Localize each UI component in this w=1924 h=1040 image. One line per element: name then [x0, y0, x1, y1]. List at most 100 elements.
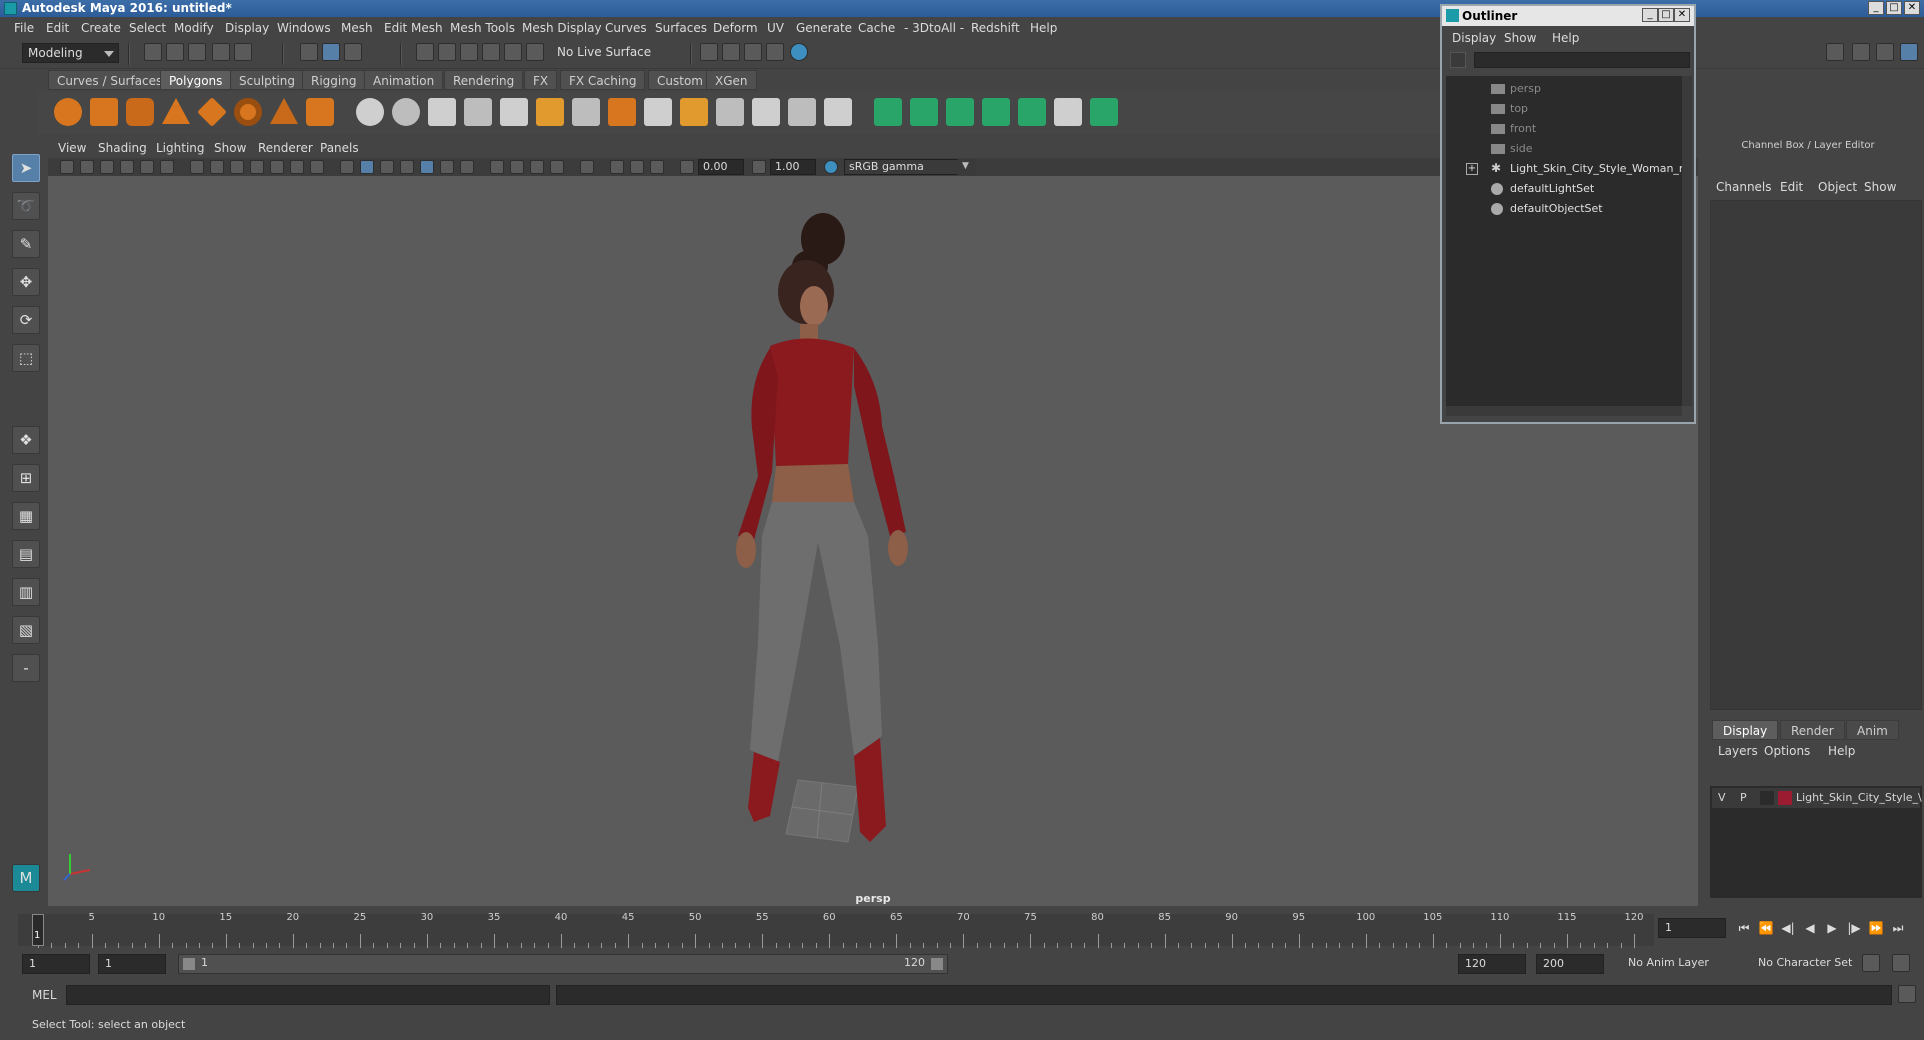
smooth-shade-icon[interactable] [360, 160, 374, 174]
layers-menu[interactable]: Layers [1718, 744, 1758, 758]
wireframe-icon[interactable] [340, 160, 354, 174]
camera-attributes-icon[interactable] [80, 160, 94, 174]
select-object-icon[interactable] [322, 43, 340, 61]
minimize-button[interactable]: _ [1868, 1, 1884, 15]
play-forwards-icon[interactable]: ▶ [1824, 920, 1840, 936]
automatic-map-icon[interactable] [982, 98, 1010, 126]
select-camera-icon[interactable] [60, 160, 74, 174]
object-menu[interactable]: Object [1818, 180, 1857, 194]
shelf-tab-fx-caching[interactable]: FX Caching [560, 70, 646, 90]
layer-tab-render[interactable]: Render [1780, 720, 1845, 740]
maximize-button[interactable]: □ [1886, 1, 1902, 15]
playback-start-field[interactable]: 1 [98, 954, 166, 974]
attribute-editor-icon[interactable] [1826, 43, 1844, 61]
animation-end-field[interactable]: 200 [1536, 954, 1604, 974]
outliner-close-button[interactable]: ✕ [1674, 8, 1690, 22]
shelf-tab-animation[interactable]: Animation [364, 70, 444, 90]
outliner-item-default-object-set[interactable]: defaultObjectSet [1446, 200, 1682, 218]
panel-menu-panels[interactable]: Panels [320, 141, 359, 155]
step-back-key-icon[interactable]: ⏪ [1758, 920, 1774, 936]
hypershade-icon[interactable] [790, 43, 808, 61]
step-back-frame-icon[interactable]: ◀| [1780, 920, 1796, 936]
time-slider[interactable]: 5 10 15 20 25 30 35 40 45 50 55 60 65 70 75 80 85 90 95 100… [18, 912, 1654, 948]
outliner-item-side[interactable]: side [1446, 140, 1682, 158]
fill-hole-icon[interactable] [680, 98, 708, 126]
exposure-field[interactable]: 0.00 [698, 159, 744, 175]
menu-3dtoall[interactable]: - 3DtoAll - [904, 21, 964, 35]
menu-cache[interactable]: Cache [858, 21, 895, 35]
script-editor-icon[interactable] [1898, 985, 1916, 1003]
menu-edit-mesh[interactable]: Edit Mesh [384, 21, 443, 35]
poly-sphere-icon[interactable] [54, 98, 82, 126]
layer-visibility-toggle[interactable]: V [1718, 788, 1726, 808]
four-view-layout-button[interactable]: ▦ [12, 502, 40, 530]
ipr-render-icon[interactable] [744, 43, 762, 61]
panel-menu-lighting[interactable]: Lighting [156, 141, 205, 155]
shelf-tab-sculpting[interactable]: Sculpting [230, 70, 305, 90]
menu-create[interactable]: Create [81, 21, 121, 35]
new-scene-icon[interactable] [144, 43, 162, 61]
menu-deform[interactable]: Deform [713, 21, 758, 35]
snap-curve-icon[interactable] [438, 43, 456, 61]
combine-icon[interactable] [356, 98, 384, 126]
current-time-field[interactable]: 1 [1658, 918, 1726, 938]
select-component-icon[interactable] [344, 43, 362, 61]
layer-row[interactable]: V P Light_Skin_City_Style_\ [1712, 788, 1922, 808]
persp-outliner-layout-button[interactable]: ▤ [12, 540, 40, 568]
field-chart-icon[interactable] [270, 160, 284, 174]
layer-help-menu[interactable]: Help [1828, 744, 1855, 758]
outliner-menu-display[interactable]: Display [1452, 31, 1496, 45]
live-surface-field[interactable]: No Live Surface [552, 43, 660, 63]
uv-editor-icon[interactable] [824, 98, 852, 126]
menu-generate[interactable]: Generate [796, 21, 852, 35]
poly-cone-icon[interactable] [162, 98, 190, 124]
menu-display[interactable]: Display [225, 21, 269, 35]
xray-components-icon[interactable] [650, 160, 664, 174]
spherical-map-icon[interactable] [946, 98, 974, 126]
panel-menu-show[interactable]: Show [214, 141, 246, 155]
shelf-tab-xgen[interactable]: XGen [706, 70, 757, 90]
outliner-horizontal-scrollbar[interactable] [1446, 406, 1682, 416]
film-gate-icon[interactable] [210, 160, 224, 174]
image-plane-icon[interactable] [120, 160, 134, 174]
show-menu[interactable]: Show [1864, 180, 1896, 194]
auto-key-icon[interactable] [1862, 954, 1880, 972]
poly-torus-icon[interactable] [234, 98, 262, 126]
outliner-item-default-light-set[interactable]: defaultLightSet [1446, 180, 1682, 198]
grease-pencil-icon[interactable] [140, 160, 154, 174]
tool-settings-icon[interactable] [1852, 43, 1870, 61]
render-sequence-icon[interactable] [722, 43, 740, 61]
custom-layout-button[interactable]: - [12, 654, 40, 682]
merge-icon[interactable] [644, 98, 672, 126]
menu-curves[interactable]: Curves [605, 21, 647, 35]
outliner-menu-show[interactable]: Show [1504, 31, 1536, 45]
use-all-lights-icon[interactable] [440, 160, 454, 174]
menu-file[interactable]: File [14, 21, 34, 35]
render-settings-icon[interactable] [766, 43, 784, 61]
snap-point-icon[interactable] [460, 43, 478, 61]
save-scene-icon[interactable] [188, 43, 206, 61]
snap-view-icon[interactable] [482, 43, 500, 61]
menu-redshift[interactable]: Redshift [971, 21, 1020, 35]
checker-icon[interactable] [1054, 98, 1082, 126]
time-slider-track[interactable] [18, 914, 1654, 946]
snap-surface-icon[interactable] [504, 43, 522, 61]
render-frame-icon[interactable] [700, 43, 718, 61]
expand-plus-icon[interactable]: + [1466, 163, 1478, 175]
maya-home-button[interactable]: M [12, 864, 40, 892]
menu-select[interactable]: Select [129, 21, 166, 35]
persp-hypergraph-layout-button[interactable]: ▧ [12, 616, 40, 644]
layer-display-type[interactable] [1760, 791, 1774, 805]
menu-help[interactable]: Help [1030, 21, 1057, 35]
extrude-icon[interactable] [536, 98, 564, 126]
menuset-dropdown[interactable]: Modeling [22, 43, 119, 63]
color-management-icon[interactable] [824, 160, 838, 174]
single-perspective-layout-button[interactable]: ⊞ [12, 464, 40, 492]
view-transform-dropdown[interactable]: sRGB gamma [844, 159, 976, 175]
scale-tool-button[interactable]: ⬚ [12, 344, 40, 372]
outliner-item-character[interactable]: + ✱ Light_Skin_City_Style_Woman_ncl [1446, 160, 1682, 178]
edit-menu[interactable]: Edit [1780, 180, 1803, 194]
outliner-maximize-button[interactable]: □ [1658, 8, 1674, 22]
search-filter-icon[interactable] [1450, 52, 1466, 68]
gamma-field[interactable]: 1.00 [770, 159, 816, 175]
